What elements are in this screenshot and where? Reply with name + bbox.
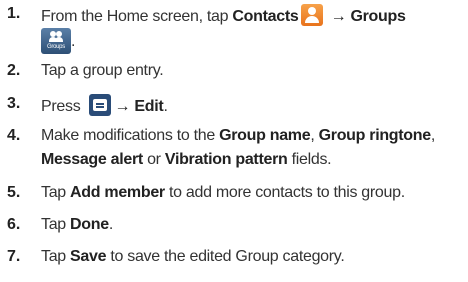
step-number: 1. (7, 5, 21, 22)
step-number: 4. (7, 127, 21, 144)
step-text: Press → Edit. (41, 94, 168, 117)
message-alert-label: Message alert (41, 151, 143, 168)
arrow-icon: → (114, 98, 131, 115)
edit-label: Edit (134, 98, 164, 115)
step-text: Make modifications to the Group name, Gr… (41, 127, 436, 144)
step-number: 3. (7, 95, 21, 112)
done-label: Done (70, 216, 109, 233)
arrow-icon: → (330, 8, 347, 25)
add-member-label: Add member (70, 184, 165, 201)
step-text: Tap a group entry. (41, 62, 164, 79)
step-text-pre: From the Home screen, tap (41, 8, 233, 25)
step-text: From the Home screen, tap Contacts → Gro… (41, 4, 406, 27)
step-text: Tap Done. (41, 216, 114, 233)
save-label: Save (70, 248, 107, 265)
step-number: 6. (7, 216, 21, 233)
step-period: . (71, 33, 76, 50)
group-ringtone-label: Group ringtone (318, 127, 432, 144)
step-text: Tap Add member to add more contacts to t… (41, 184, 405, 201)
group-name-label: Group name (219, 127, 311, 144)
step-text: Tap Save to save the edited Group catego… (41, 248, 345, 265)
step-number: 5. (7, 184, 21, 201)
vibration-pattern-label: Vibration pattern (164, 151, 288, 168)
contacts-label: Contacts (232, 8, 299, 25)
groups-icon: Groups (41, 28, 71, 54)
step-number: 7. (7, 248, 21, 265)
menu-icon (88, 94, 111, 116)
contacts-icon (301, 4, 324, 26)
groups-icon-caption: Groups (47, 44, 65, 50)
step-number: 2. (7, 62, 21, 79)
groups-label: Groups (350, 8, 406, 25)
